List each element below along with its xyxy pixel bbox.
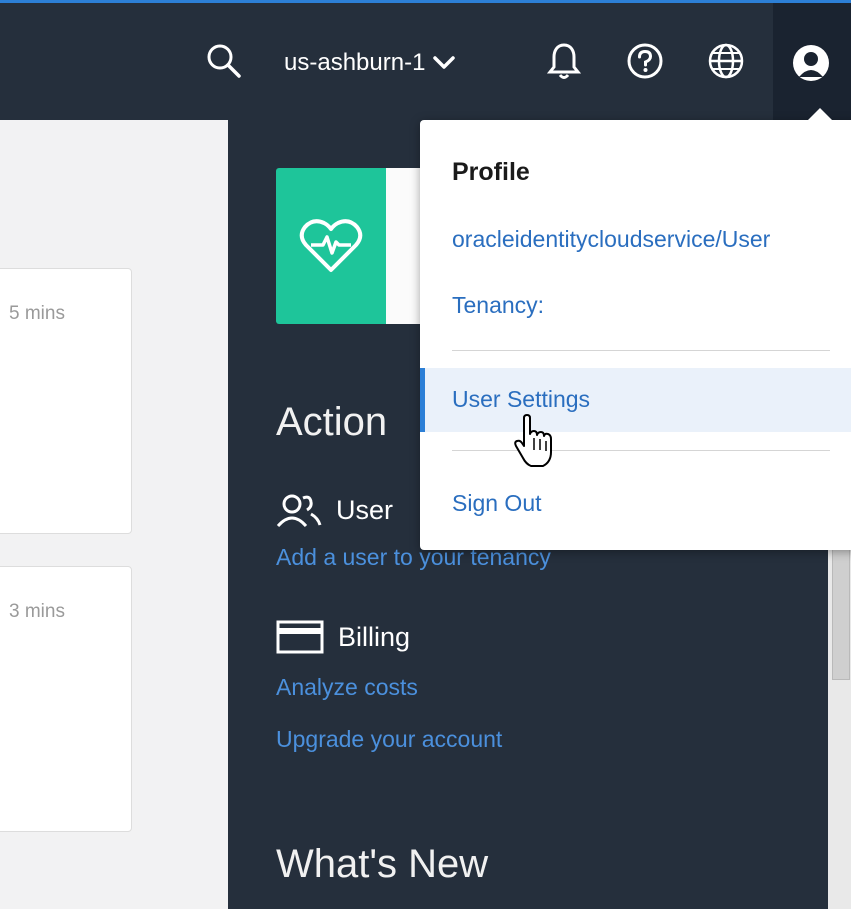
credit-card-icon [276,620,324,654]
activity-card[interactable]: 3 mins [0,566,132,832]
billing-action[interactable]: Billing [276,620,410,654]
region-label: us-ashburn-1 [284,49,426,76]
card-time: 5 mins [9,303,65,324]
analyze-costs-link[interactable]: Analyze costs [276,674,418,701]
menu-divider [452,350,830,351]
region-selector[interactable]: us-ashburn-1 [284,49,456,77]
bell-icon[interactable] [542,39,586,83]
search-icon[interactable] [202,39,246,83]
whats-new-heading: What's New [276,842,489,886]
billing-action-label: Billing [338,621,411,652]
heart-pulse-icon [299,219,363,272]
left-content-area: 5 mins 3 mins [0,120,228,909]
users-icon [276,494,322,528]
menu-divider [452,450,830,451]
scrollbar-thumb[interactable] [832,530,850,680]
profile-menu-button[interactable] [773,3,851,123]
sign-out-link[interactable]: Sign Out [452,490,542,517]
profile-title: Profile [452,158,530,186]
help-icon[interactable] [623,39,667,83]
hand-pointer-icon [514,414,552,467]
activity-card[interactable]: 5 mins [0,268,132,534]
active-indicator [420,368,425,432]
health-tile[interactable] [276,168,386,324]
top-navigation-bar: us-ashburn-1 [0,0,851,123]
upgrade-account-link[interactable]: Upgrade your account [276,726,502,753]
profile-dropdown-menu: Profile oracleidentitycloudservice/User … [420,108,851,550]
globe-icon[interactable] [704,39,748,83]
username-link[interactable]: oracleidentitycloudservice/User [452,226,770,253]
card-time: 3 mins [9,601,65,622]
user-avatar-icon [793,45,829,81]
dropdown-caret [808,108,832,120]
actions-heading: Action [276,400,388,444]
tenancy-link[interactable]: Tenancy: [452,292,544,319]
user-action-label: User [336,494,394,525]
user-action[interactable]: User [276,492,393,528]
user-settings-item[interactable]: User Settings [420,368,851,432]
chevron-down-icon [433,56,456,69]
user-settings-label: User Settings [452,386,591,412]
